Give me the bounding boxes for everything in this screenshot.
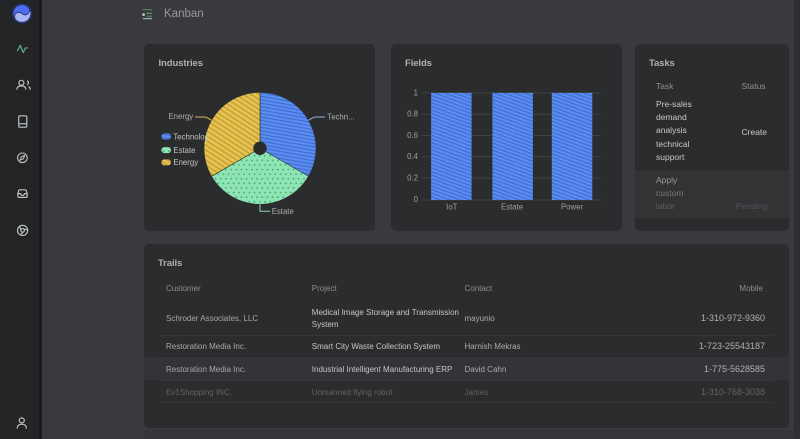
svg-text:Techn...: Techn...: [327, 112, 354, 121]
svg-text:IoT: IoT: [446, 202, 458, 211]
svg-text:Estate: Estate: [173, 145, 195, 154]
svg-text:1: 1: [414, 88, 418, 97]
svg-text:0.6: 0.6: [407, 130, 418, 139]
svg-text:Energy: Energy: [168, 111, 193, 120]
svg-text:0.4: 0.4: [407, 152, 419, 161]
svg-text:0: 0: [414, 194, 419, 203]
svg-text:Energy: Energy: [173, 158, 198, 167]
svg-text:0.2: 0.2: [407, 173, 418, 182]
svg-text:0.8: 0.8: [407, 109, 418, 118]
svg-text:Power: Power: [561, 202, 584, 211]
svg-text:Estate: Estate: [501, 202, 523, 211]
svg-text:Technolog: Technolog: [173, 132, 209, 141]
svg-text:Estate: Estate: [271, 207, 293, 216]
